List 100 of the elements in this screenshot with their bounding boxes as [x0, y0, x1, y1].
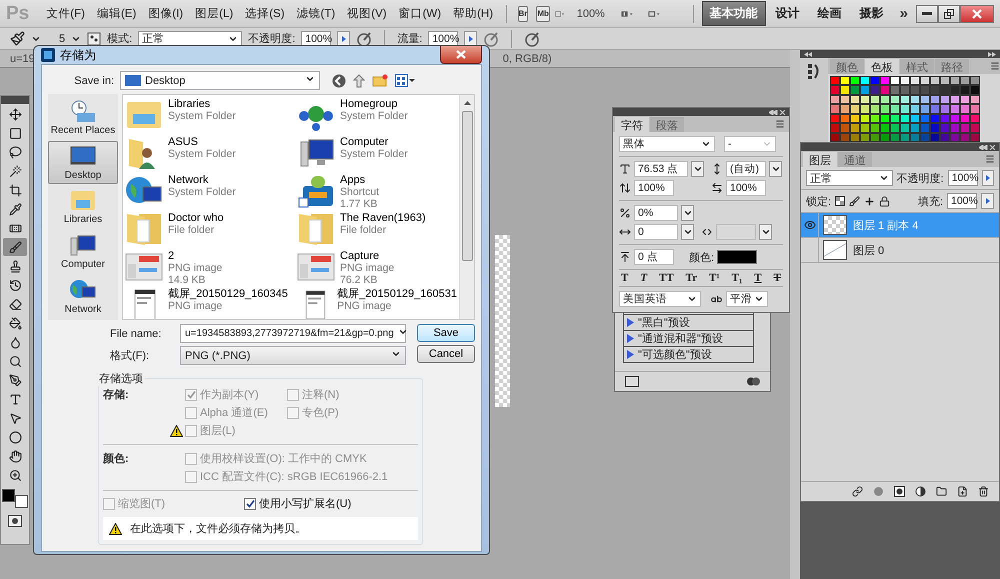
font-family-select[interactable]: 黑体 — [619, 136, 715, 152]
text-style-button[interactable]: T — [638, 272, 650, 284]
delete-icon[interactable] — [978, 486, 989, 497]
view-menu-icon[interactable] — [395, 74, 415, 87]
layer-mask-icon[interactable] — [894, 486, 905, 497]
panel-menu-icon[interactable] — [775, 119, 785, 129]
file-item[interactable]: Libraries System Folder — [125, 98, 297, 136]
text-style-button[interactable]: TT — [657, 272, 676, 284]
file-item[interactable]: 2 PNG image 14.9 KB — [125, 250, 297, 288]
tracking-field[interactable] — [716, 224, 756, 240]
bridge-button[interactable]: Mb — [536, 6, 550, 22]
menu-item[interactable]: 选择(S) — [240, 4, 290, 23]
workspace-tab[interactable]: 基本功能 — [702, 1, 766, 26]
format-select[interactable]: PNG (*.PNG) — [180, 346, 406, 365]
file-name-field[interactable]: u=1934583893,2773972719&fm=21&gp=0.png — [180, 324, 406, 343]
workspace-tab[interactable]: 绘画 — [810, 1, 850, 26]
link-layers-icon[interactable] — [852, 486, 863, 497]
save-button[interactable]: Save — [417, 324, 475, 342]
mode-select[interactable]: 正常 — [138, 30, 242, 46]
lock-all-icon[interactable] — [879, 196, 890, 206]
panel-tab[interactable]: 段落 — [650, 117, 684, 132]
opacity-slider-button[interactable] — [337, 30, 350, 46]
preset-row[interactable]: "黑白"预设 — [624, 314, 753, 330]
file-item[interactable]: Homegroup System Folder — [297, 98, 457, 136]
up-folder-icon[interactable] — [353, 74, 365, 88]
menu-item[interactable]: 文件(F) — [41, 4, 90, 23]
dropdown-button[interactable] — [681, 205, 694, 221]
text-style-button[interactable]: T — [752, 272, 764, 284]
more-workspaces-button[interactable]: » — [894, 5, 914, 22]
airbrush-pressure-icon[interactable] — [356, 30, 372, 46]
menu-item[interactable]: 图层(L) — [190, 4, 238, 23]
airbrush-icon[interactable] — [483, 30, 500, 46]
folder-icon[interactable] — [936, 486, 947, 497]
text-style-button[interactable]: Tr — [684, 272, 700, 284]
place-item[interactable]: Desktop — [48, 140, 118, 184]
text-style-button[interactable]: T¹ — [707, 272, 722, 284]
close-button[interactable] — [440, 46, 482, 64]
dropdown-button[interactable] — [681, 224, 694, 240]
fill-field[interactable]: 100% — [947, 193, 977, 209]
save-in-select[interactable]: Desktop — [120, 71, 320, 90]
tablet-pressure-icon[interactable] — [524, 30, 540, 46]
text-style-button[interactable]: T — [619, 272, 630, 284]
place-item[interactable]: Libraries — [48, 186, 118, 228]
file-item[interactable]: The Raven(1963) File folder — [297, 212, 457, 250]
preset-row[interactable]: "可选颜色"预设 — [624, 346, 753, 362]
file-item[interactable]: Computer System Folder — [297, 136, 457, 174]
horizontal-scale-field[interactable]: 100% — [726, 180, 766, 196]
file-item[interactable]: Apps Shortcut 1.77 KB — [297, 174, 457, 212]
tsume-field[interactable]: 0% — [634, 205, 678, 221]
background-color-swatch[interactable] — [15, 495, 28, 508]
panel-tab[interactable]: 路径 — [935, 58, 969, 74]
opacity-field[interactable]: 100% — [948, 170, 978, 186]
panel-tab[interactable]: 通道 — [838, 152, 872, 167]
text-style-button[interactable]: T₁ — [730, 272, 744, 284]
menu-item[interactable]: 编辑(E) — [92, 4, 142, 23]
brush-size[interactable]: 5 — [59, 32, 66, 44]
menu-item[interactable]: 图像(I) — [143, 4, 188, 23]
file-item[interactable]: Network System Folder — [125, 174, 297, 212]
kerning-field[interactable]: 0 — [634, 224, 678, 240]
dropdown-button[interactable] — [769, 161, 782, 177]
font-size-field[interactable]: 76.53 点 — [634, 161, 688, 177]
place-item[interactable]: Network — [48, 275, 118, 318]
leading-field[interactable]: (自动) — [726, 161, 766, 177]
tool-button[interactable] — [3, 238, 27, 256]
lock-pixels-icon[interactable] — [849, 196, 860, 206]
panel-menu-icon[interactable] — [990, 60, 1000, 71]
workspace-tab[interactable]: 摄影 — [852, 1, 892, 26]
file-item[interactable]: 截屏_20150129_160531 PNG image — [297, 288, 457, 319]
cancel-button[interactable]: Cancel — [417, 345, 475, 363]
restore-button[interactable] — [938, 4, 960, 22]
menu-item[interactable]: 视图(V) — [342, 4, 392, 23]
scroll-thumb[interactable] — [462, 111, 472, 261]
zoom-level[interactable]: 100% — [576, 8, 605, 20]
menu-item[interactable]: 滤镜(T) — [292, 4, 340, 23]
fill-slider-button[interactable] — [981, 193, 994, 209]
text-style-button[interactable]: T — [772, 272, 783, 284]
minimize-button[interactable] — [916, 4, 938, 22]
file-item[interactable]: ASUS System Folder — [125, 136, 297, 174]
panel-menu-icon[interactable] — [985, 154, 995, 164]
place-item[interactable]: Recent Places — [48, 96, 118, 139]
new-layer-icon[interactable] — [957, 486, 968, 497]
baseline-shift-field[interactable]: 0 点 — [634, 249, 674, 265]
blend-mode-select[interactable]: 正常 — [806, 170, 893, 186]
place-item[interactable]: Computer — [48, 230, 118, 274]
layer-row[interactable]: 图层 0 — [801, 238, 999, 263]
collapse-close-icon[interactable] — [769, 110, 785, 114]
scrollbar[interactable] — [459, 95, 474, 319]
file-item[interactable]: Doctor who File folder — [125, 212, 297, 250]
flow-slider-button[interactable] — [464, 30, 478, 46]
flow-field[interactable]: 100% — [428, 30, 458, 46]
opacity-slider-button[interactable] — [982, 170, 994, 186]
lock-transparency-icon[interactable] — [835, 196, 846, 206]
brush-panel-icon[interactable] — [87, 32, 102, 46]
new-folder-icon[interactable] — [372, 74, 388, 87]
collapse-close-icon[interactable] — [979, 144, 995, 150]
panel-tab[interactable]: 色板 — [865, 58, 899, 74]
text-color-swatch[interactable] — [717, 250, 758, 264]
back-icon[interactable] — [332, 74, 346, 88]
quick-mask-icon[interactable] — [8, 515, 22, 527]
menu-item[interactable]: 帮助(H) — [448, 4, 498, 23]
